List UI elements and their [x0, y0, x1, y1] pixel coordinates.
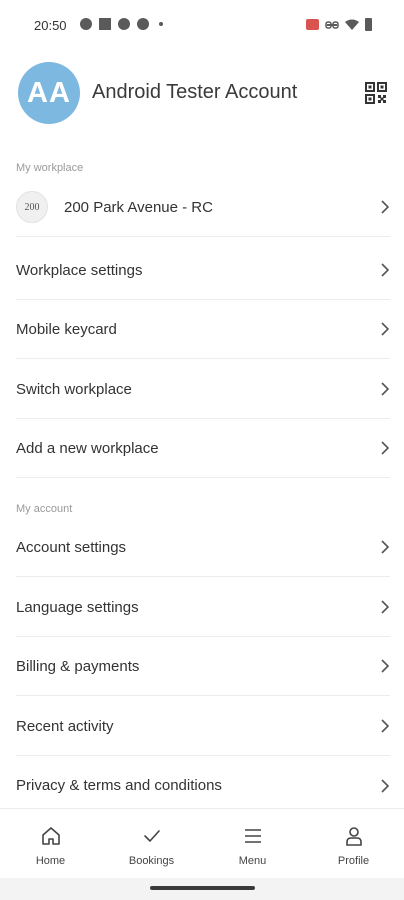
status-bar: 20:50 [0, 0, 404, 50]
menu-item-label: Mobile keycard [16, 320, 117, 338]
menu-item-label: Language settings [16, 598, 139, 616]
android-notification-icon [137, 18, 149, 30]
nav-item-menu[interactable]: Menu [202, 809, 303, 878]
workplace-row[interactable]: 200 200 Park Avenue - RC [16, 178, 390, 237]
nav-item-profile[interactable]: Profile [303, 809, 404, 878]
menu-item-recent-activity[interactable]: Recent activity [16, 697, 390, 756]
nav-label-bookings: Bookings [128, 855, 175, 867]
menu-item-label: Switch workplace [16, 380, 132, 398]
qr-code-icon[interactable] [364, 81, 388, 105]
more-notifications-icon [159, 22, 163, 26]
menu-item-mobile-keycard[interactable]: Mobile keycard [16, 300, 390, 359]
app-notification-icon [99, 18, 111, 30]
link-icon [325, 20, 339, 29]
avatar[interactable]: AA [18, 62, 80, 124]
settings-notification-icon [118, 18, 130, 30]
menu-item-privacy-terms[interactable]: Privacy & terms and conditions [16, 756, 390, 815]
menu-icon [244, 829, 261, 843]
chevron-right-icon [381, 719, 390, 733]
chevron-right-icon [381, 263, 390, 277]
check-icon [143, 830, 160, 843]
status-time: 20:50 [34, 18, 67, 33]
nav-label-home: Home [35, 855, 66, 867]
chevron-right-icon [381, 441, 390, 455]
chevron-right-icon [381, 200, 390, 214]
chevron-right-icon [381, 600, 390, 614]
menu-item-workplace-settings[interactable]: Workplace settings [16, 241, 390, 300]
chevron-right-icon [381, 382, 390, 396]
app-notification-icon [80, 18, 92, 30]
chevron-right-icon [381, 540, 390, 554]
cast-icon [306, 19, 319, 30]
profile-header: AA Android Tester Account [18, 62, 388, 126]
section-label-workplace: My workplace [16, 162, 84, 174]
menu-item-label: Add a new workplace [16, 439, 159, 457]
battery-icon [365, 18, 372, 31]
nav-label-menu: Menu [238, 855, 267, 867]
menu-item-account-settings[interactable]: Account settings [16, 518, 390, 577]
bottom-nav: Home Bookings Menu Profile [0, 808, 404, 878]
menu-item-label: Recent activity [16, 717, 114, 735]
chevron-right-icon [381, 778, 390, 793]
menu-item-switch-workplace[interactable]: Switch workplace [16, 360, 390, 419]
menu-item-label: Privacy & terms and conditions [16, 777, 222, 794]
chevron-right-icon [381, 659, 390, 673]
menu-item-label: Account settings [16, 538, 127, 556]
gesture-handle[interactable] [150, 886, 255, 890]
section-label-account: My account [16, 503, 73, 515]
system-icons [306, 18, 372, 31]
wifi-icon [345, 19, 359, 30]
menu-item-language-settings[interactable]: Language settings [16, 578, 390, 637]
gesture-area [0, 878, 404, 900]
nav-item-home[interactable]: Home [0, 809, 101, 878]
workplace-name: 200 Park Avenue - RC [64, 198, 213, 216]
profile-name: Android Tester Account [92, 81, 298, 103]
notification-icons [80, 18, 163, 30]
nav-label-profile: Profile [337, 855, 370, 867]
nav-item-bookings[interactable]: Bookings [101, 809, 202, 878]
menu-item-label: Billing & payments [16, 657, 140, 675]
chevron-right-icon [381, 322, 390, 336]
profile-icon [345, 827, 362, 846]
menu-item-billing-payments[interactable]: Billing & payments [16, 637, 390, 696]
menu-item-add-workplace[interactable]: Add a new workplace [16, 419, 390, 478]
workplace-logo: 200 [16, 191, 48, 223]
home-icon [41, 827, 60, 845]
menu-item-label: Workplace settings [16, 261, 143, 279]
